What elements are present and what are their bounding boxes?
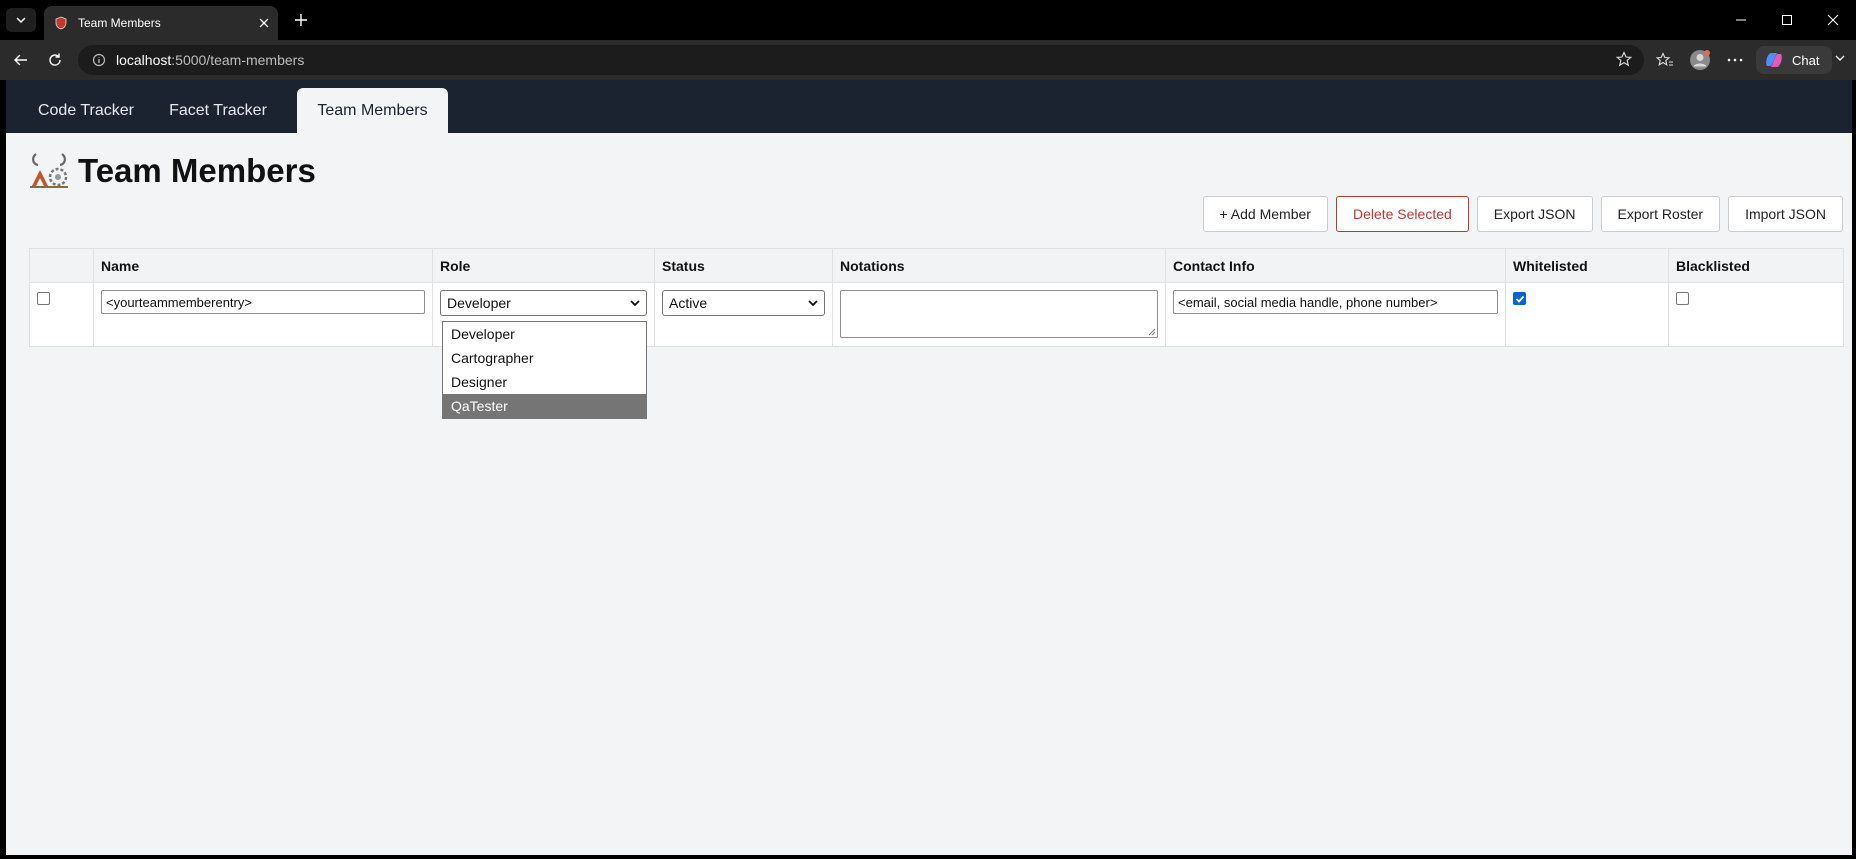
role-option-designer[interactable]: Designer xyxy=(443,370,646,394)
browser-tab-title: Team Members xyxy=(78,16,161,30)
cell-blacklisted xyxy=(1668,282,1844,347)
address-bar[interactable]: localhost:5000/team-members xyxy=(78,45,1644,75)
header-role: Role xyxy=(432,248,655,283)
whitelisted-checkbox[interactable] xyxy=(1513,292,1526,305)
team-logo-icon xyxy=(30,153,68,188)
star-icon[interactable] xyxy=(1616,51,1632,67)
maximize-button[interactable] xyxy=(1764,0,1810,40)
export-roster-button[interactable]: Export Roster xyxy=(1600,196,1721,232)
browser-titlebar: Team Members xyxy=(0,0,1856,40)
close-icon xyxy=(1827,14,1839,26)
export-json-button[interactable]: Export JSON xyxy=(1476,196,1593,232)
new-tab-button[interactable] xyxy=(286,6,316,34)
import-json-button[interactable]: Import JSON xyxy=(1728,196,1843,232)
avatar-icon xyxy=(1690,50,1710,70)
cell-whitelisted xyxy=(1505,282,1669,347)
tab-facet-tracker[interactable]: Facet Tracker xyxy=(154,88,282,133)
site-favicon-icon xyxy=(55,16,67,30)
page-title: Team Members xyxy=(78,152,316,189)
role-option-developer[interactable]: Developer xyxy=(443,322,646,346)
tab-code-tracker[interactable]: Code Tracker xyxy=(24,88,148,133)
back-button[interactable] xyxy=(6,46,36,74)
team-members-table: Name Role Status Notations Contact Info … xyxy=(29,248,1844,347)
profile-button[interactable] xyxy=(1685,46,1715,74)
header-whitelisted: Whitelisted xyxy=(1505,248,1669,283)
role-select-value: Developer xyxy=(447,295,511,311)
app-navigation: Code Tracker Facet Tracker Team Members xyxy=(6,80,1852,133)
header-name: Name xyxy=(93,248,433,283)
chevron-down-icon xyxy=(808,300,818,307)
action-buttons: + Add Member Delete Selected Export JSON… xyxy=(1202,196,1843,232)
table-row: Developer Active xyxy=(29,282,1844,347)
blacklisted-checkbox[interactable] xyxy=(1676,292,1689,305)
window-controls xyxy=(1718,0,1856,40)
more-options-button[interactable] xyxy=(1720,46,1750,74)
chevron-down-icon xyxy=(16,17,26,24)
header-contact-info: Contact Info xyxy=(1165,248,1506,283)
url-path: :5000/team-members xyxy=(171,52,305,68)
cell-contact-info xyxy=(1165,282,1506,347)
header-notations: Notations xyxy=(832,248,1166,283)
favorites-button[interactable] xyxy=(1650,46,1680,74)
role-option-qatester[interactable]: QaTester xyxy=(443,394,646,418)
browser-toolbar: localhost:5000/team-members Chat xyxy=(0,40,1856,80)
resize-grip-icon[interactable] xyxy=(1148,328,1156,336)
close-icon xyxy=(259,18,269,28)
tab-team-members[interactable]: Team Members xyxy=(297,88,448,133)
minimize-icon xyxy=(1736,19,1746,21)
row-select-checkbox[interactable] xyxy=(37,292,50,305)
url-text: localhost:5000/team-members xyxy=(116,52,304,68)
chevron-down-icon[interactable] xyxy=(1834,52,1846,64)
favorites-icon xyxy=(1656,52,1673,66)
page-viewport: Code Tracker Facet Tracker Team Members … xyxy=(6,80,1852,855)
role-option-cartographer[interactable]: Cartographer xyxy=(443,346,646,370)
close-window-button[interactable] xyxy=(1810,0,1856,40)
delete-selected-button[interactable]: Delete Selected xyxy=(1335,196,1469,232)
header-blacklisted: Blacklisted xyxy=(1668,248,1844,283)
refresh-button[interactable] xyxy=(40,46,70,74)
contact-info-input[interactable] xyxy=(1173,290,1498,314)
browser-tab-active[interactable]: Team Members xyxy=(44,6,278,40)
header-status: Status xyxy=(654,248,833,283)
table-header-row: Name Role Status Notations Contact Info … xyxy=(29,248,1844,283)
refresh-icon xyxy=(49,53,61,66)
copilot-icon xyxy=(1766,53,1782,67)
minimize-button[interactable] xyxy=(1718,0,1764,40)
copilot-chat-button[interactable]: Chat xyxy=(1756,46,1832,74)
plus-icon xyxy=(295,14,307,26)
status-select[interactable]: Active xyxy=(662,290,825,316)
arrow-left-icon xyxy=(14,54,27,66)
checkmark-icon xyxy=(1515,295,1524,303)
tab-list-button[interactable] xyxy=(6,8,36,32)
maximize-icon xyxy=(1782,15,1792,25)
chat-label: Chat xyxy=(1792,52,1820,68)
role-select[interactable]: Developer xyxy=(440,290,647,316)
role-dropdown-list: Developer Cartographer Designer QaTester xyxy=(442,321,647,419)
chevron-down-icon xyxy=(630,300,640,307)
page-header: Team Members xyxy=(28,152,316,190)
url-host: localhost xyxy=(116,52,172,68)
close-tab-button[interactable] xyxy=(250,9,278,37)
status-select-value: Active xyxy=(669,295,708,311)
cell-select xyxy=(29,282,94,347)
more-horizontal-icon xyxy=(1727,58,1743,62)
cell-status: Active xyxy=(654,282,833,347)
info-icon[interactable] xyxy=(92,53,106,67)
name-input[interactable] xyxy=(101,290,425,314)
header-select xyxy=(29,248,94,283)
cell-notations xyxy=(832,282,1166,347)
notations-textarea[interactable] xyxy=(840,290,1158,338)
cell-name xyxy=(93,282,433,347)
add-member-button[interactable]: + Add Member xyxy=(1202,196,1328,232)
